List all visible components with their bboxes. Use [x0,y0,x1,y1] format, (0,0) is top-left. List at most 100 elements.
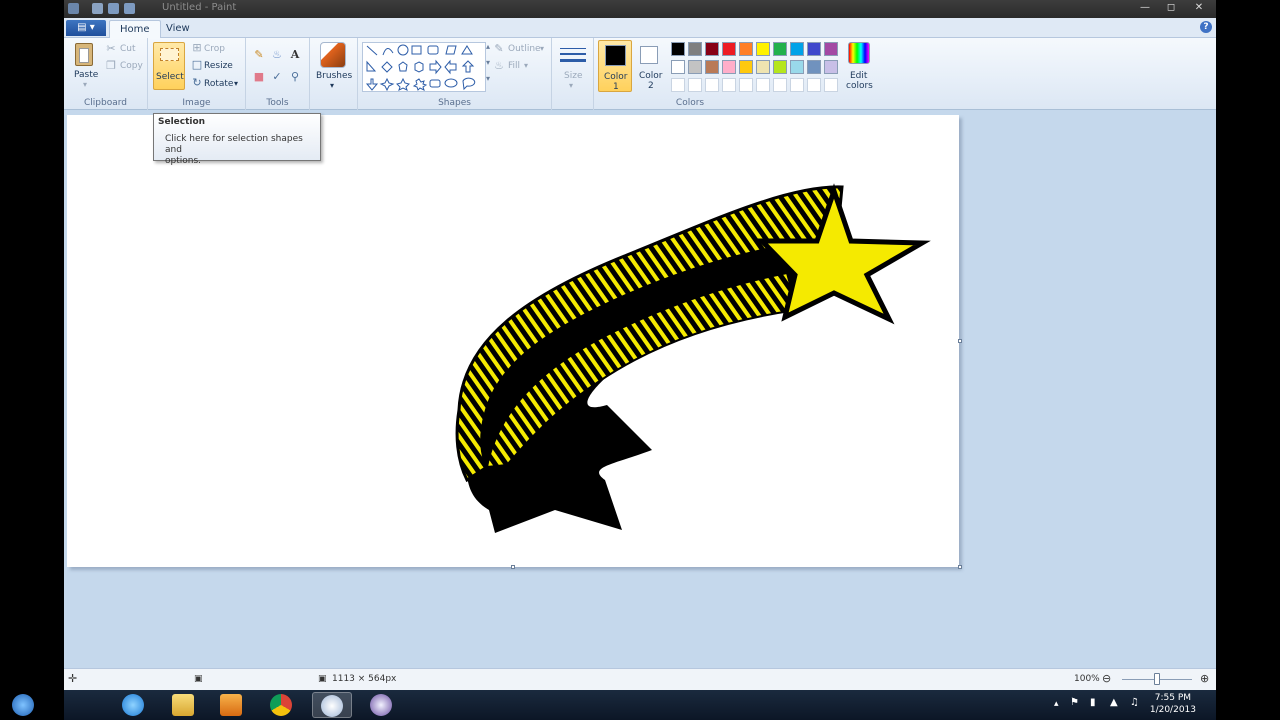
clock[interactable]: 7:55 PM 1/20/2013 [1150,692,1196,716]
palette-swatch[interactable] [739,42,753,56]
palette-swatch[interactable] [688,42,702,56]
fill-dropdown-icon[interactable]: ▾ [524,61,528,70]
fill-bucket-icon[interactable]: ♨ [270,48,284,62]
pencil-icon[interactable]: ✎ [252,48,266,62]
edit-colors-label-1[interactable]: Edit [850,71,867,81]
battery-icon[interactable]: ▮ [1090,697,1096,708]
shapes-scroll-up-icon[interactable]: ▴ [486,42,490,51]
clipboard-group: Paste ▾ ✂ Cut ❐ Copy Clipboard [64,38,148,110]
show-hidden-icons[interactable]: ▴ [1054,699,1059,709]
palette-swatch[interactable] [671,42,685,56]
tools-group-label: Tools [266,98,289,108]
volume-icon[interactable]: ♫ [1130,697,1139,708]
palette-swatch[interactable] [807,60,821,74]
palette-swatch-custom[interactable] [688,78,702,92]
rotate-dropdown-icon[interactable]: ▾ [234,79,238,88]
palette-swatch[interactable] [773,42,787,56]
brushes-icon[interactable] [320,42,346,68]
palette-swatch[interactable] [773,60,787,74]
taskbar-paint[interactable] [312,692,352,718]
fill-icon: ♨ [494,59,504,72]
undo-icon[interactable] [108,3,119,14]
palette-swatch-custom[interactable] [739,78,753,92]
drawing-canvas[interactable] [67,115,962,569]
palette-swatch[interactable] [705,60,719,74]
palette-swatch[interactable] [824,42,838,56]
tab-home[interactable]: Home [109,20,161,38]
crop-button[interactable]: Crop [204,44,225,54]
taskbar-explorer[interactable] [164,692,204,718]
canvas-resize-handle-corner[interactable] [958,565,962,569]
zoom-in-icon[interactable]: ⊕ [1200,672,1209,685]
edit-colors-label-2[interactable]: colors [846,81,873,91]
resize-icon: □ [191,58,203,71]
resize-button[interactable]: Resize [204,61,233,71]
palette-swatch-custom[interactable] [705,78,719,92]
palette-swatch[interactable] [824,60,838,74]
minimize-icon[interactable]: — [1132,1,1158,15]
close-icon[interactable]: ✕ [1186,1,1212,15]
tab-view[interactable]: View [156,20,200,38]
outline-dropdown-icon[interactable]: ▾ [540,44,544,53]
palette-swatch[interactable] [688,60,702,74]
color-picker-icon[interactable]: ✓ [270,70,284,84]
size-button[interactable]: Size [564,71,582,81]
redo-icon[interactable] [124,3,135,14]
brushes-button[interactable]: Brushes [316,71,352,81]
eraser-icon[interactable]: ■ [252,70,266,84]
paste-icon[interactable] [75,43,93,66]
palette-swatch[interactable] [807,42,821,56]
palette-swatch-custom[interactable] [671,78,685,92]
taskbar-media-player[interactable] [212,692,252,718]
palette-swatch-custom[interactable] [824,78,838,92]
paint-menu-button[interactable]: ▤ ▾ [66,20,106,36]
copy-button[interactable]: Copy [120,61,143,71]
crop-icon: ⊞ [192,41,202,54]
fill-button[interactable]: Fill [508,61,520,71]
start-button[interactable] [6,692,46,718]
palette-swatch[interactable] [790,42,804,56]
palette-swatch[interactable] [671,60,685,74]
color1-button[interactable]: Color 1 [598,40,632,92]
outline-button[interactable]: Outline [508,44,541,54]
palette-swatch[interactable] [722,60,736,74]
canvas-resize-handle-bottom[interactable] [511,565,515,569]
maximize-icon[interactable]: ◻ [1158,1,1184,15]
palette-swatch[interactable] [722,42,736,56]
brushes-dropdown-icon[interactable]: ▾ [330,81,334,90]
paste-dropdown-icon[interactable]: ▾ [83,80,87,89]
palette-swatch-custom[interactable] [773,78,787,92]
magnifier-icon[interactable]: ⚲ [288,70,302,84]
rotate-button[interactable]: Rotate [204,79,233,89]
canvas-resize-handle-right[interactable] [958,339,962,343]
color2-button[interactable]: Color 2 [634,40,666,92]
help-icon[interactable]: ? [1200,21,1212,33]
palette-swatch-custom[interactable] [722,78,736,92]
cursor-position-icon: ✛ [68,672,78,685]
select-button[interactable]: Select [153,42,185,90]
palette-swatch-custom[interactable] [756,78,770,92]
palette-swatch[interactable] [756,60,770,74]
palette-swatch-custom[interactable] [790,78,804,92]
palette-swatch[interactable] [790,60,804,74]
size-dropdown-icon[interactable]: ▾ [569,81,573,90]
palette-swatch-custom[interactable] [807,78,821,92]
shapes-scroll-down-icon[interactable]: ▾ [486,58,490,67]
save-icon[interactable] [92,3,103,14]
action-center-icon[interactable]: ⚑ [1070,697,1079,708]
paint-app-icon[interactable] [68,3,79,14]
taskbar-chrome[interactable] [262,692,302,718]
taskbar-ie[interactable] [114,692,154,718]
paste-button[interactable]: Paste [74,70,98,80]
text-tool-icon[interactable]: A [288,48,302,62]
palette-swatch[interactable] [705,42,719,56]
shapes-gallery[interactable] [362,42,486,92]
palette-swatch[interactable] [756,42,770,56]
palette-swatch[interactable] [739,60,753,74]
cut-button[interactable]: Cut [120,44,136,54]
zoom-out-icon[interactable]: ⊖ [1102,672,1111,685]
shapes-more-icon[interactable]: ▾ [486,74,490,83]
taskbar-app[interactable] [362,692,402,718]
network-icon[interactable]: ▲ [1110,697,1118,708]
zoom-slider-thumb[interactable] [1154,673,1160,685]
